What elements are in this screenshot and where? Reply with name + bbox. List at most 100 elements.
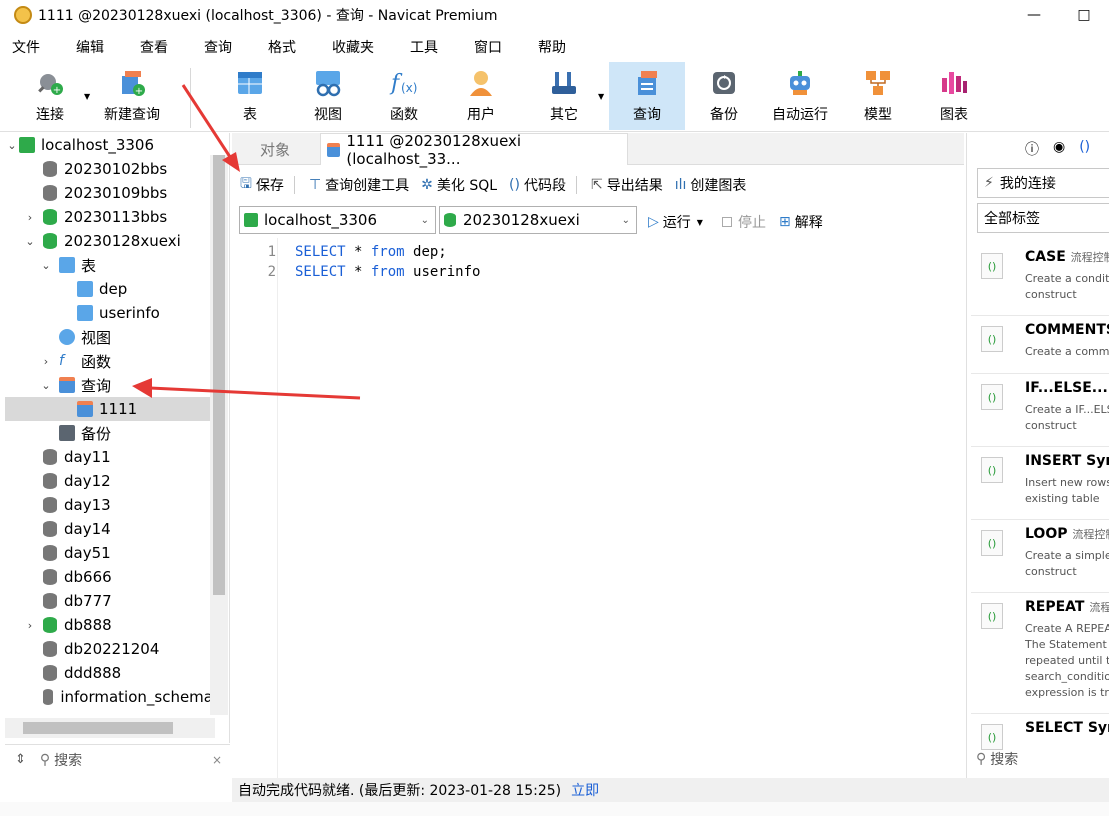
tree-vertical-scrollbar[interactable] [210,155,228,715]
tree-table-item[interactable]: userinfo [5,301,213,325]
auto-run-button[interactable]: 自动运行 [764,62,836,130]
tree-database[interactable]: db20221204 [5,637,213,661]
tag-filter[interactable]: 全部标签 [977,203,1109,233]
snippet-icon: () [981,326,1003,352]
database-select[interactable]: 20230128xuexi ⌄ [439,206,637,234]
chevron-down-icon[interactable]: ⌄ [23,235,37,248]
snippet-item[interactable]: () IF...ELSE... 流 Create a IF...ELSE con… [971,374,1109,447]
tree-search-box[interactable]: ⇕ ⚲ 搜索 × [5,744,230,774]
tree-database[interactable]: › db888 [5,613,213,637]
view-button[interactable]: 视图 [298,62,358,130]
update-now-link[interactable]: 立即 [571,780,599,800]
snippet-item[interactable]: () LOOP 流程控制 Create a simple l construct [971,520,1109,593]
tree-database[interactable]: 20230102bbs [5,157,213,181]
save-button[interactable]: 🖫 保存 [240,173,284,197]
tree-database-label: day13 [64,496,111,514]
menu-format[interactable]: 格式 [256,36,310,60]
function-button[interactable]: f (x) 函数 [374,62,434,130]
chevron-right-icon[interactable]: › [23,211,37,224]
other-button[interactable]: 其它 [534,62,594,130]
tree-horizontal-scrollbar[interactable] [5,718,215,738]
menu-help[interactable]: 帮助 [526,36,580,60]
tree-database[interactable]: day13 [5,493,213,517]
tree-database[interactable]: day12 [5,469,213,493]
snippet-search-box[interactable]: ⚲ 搜索 [966,744,1109,774]
stop-label: 停止 [738,215,766,231]
explain-label: 解释 [794,215,823,231]
chevron-right-icon[interactable]: › [39,355,53,368]
info-icon[interactable]: ⓘ [1025,139,1039,159]
query-button[interactable]: 查询 [609,62,685,130]
tree-database[interactable]: day51 [5,541,213,565]
run-button[interactable]: ▷ 运行 ▼ [648,212,703,232]
close-icon[interactable]: × [212,753,222,767]
chevron-down-icon[interactable]: ⌄ [5,139,19,152]
connection-filter[interactable]: ⚡ 我的连接 [977,168,1109,198]
tree-database[interactable]: 20230109bbs [5,181,213,205]
snippet-item[interactable]: () SELECT Syn [971,714,1109,750]
snippet-item[interactable]: () CASE 流程控制 Create a conditio construct [971,243,1109,316]
connection-select[interactable]: localhost_3306 ⌄ [239,206,436,234]
beautify-sql-button[interactable]: ✲ 美化 SQL [421,175,497,195]
tree-database[interactable]: day14 [5,517,213,541]
tree-view-group[interactable]: 视图 [5,325,213,349]
tree-connection[interactable]: ⌄ localhost_3306 [5,133,213,157]
query-builder-button[interactable]: ⊤ 查询创建工具 [309,175,409,195]
menu-favorites[interactable]: 收藏夹 [320,36,388,60]
tree-query-item[interactable]: 1111 [5,397,213,421]
snippet-item[interactable]: () INSERT Syn Insert new rows existing t… [971,447,1109,520]
menu-file[interactable]: 文件 [0,36,54,60]
snippet-icon: () [981,253,1003,279]
tree-database[interactable]: db666 [5,565,213,589]
menu-tools[interactable]: 工具 [398,36,452,60]
minimize-button[interactable]: — [1009,0,1059,30]
scrollbar-thumb[interactable] [213,155,225,595]
backup-button[interactable]: 备份 [694,62,754,130]
braces-icon[interactable]: () [1079,139,1090,159]
chevron-down-icon[interactable]: ⌄ [39,259,53,272]
tab-query[interactable]: 1111 @20230128xuexi (localhost_33... [320,132,628,168]
create-chart-button[interactable]: ılı 创建图表 [675,175,747,195]
tree-table-item[interactable]: dep [5,277,213,301]
menu-window[interactable]: 窗口 [462,36,516,60]
explain-button[interactable]: ⊞ 解释 [779,212,823,232]
snippet-item[interactable]: () REPEAT 流程 Create A REPEAT The Stateme… [971,593,1109,714]
eye-icon[interactable]: ◉ [1053,139,1065,159]
tree-backup-group[interactable]: 备份 [5,421,213,445]
maximize-button[interactable]: □ [1059,0,1109,30]
code-line[interactable]: SELECT * from dep; [295,242,447,262]
chart-button[interactable]: 图表 [924,62,984,130]
braces-icon: () [509,177,520,193]
tree-database[interactable]: day11 [5,445,213,469]
tree-database[interactable]: information_schema [5,685,213,709]
export-results-button[interactable]: ⇱ 导出结果 [591,175,663,195]
new-query-button[interactable]: + 新建查询 [98,62,166,130]
tree-query-group[interactable]: ⌄ 查询 [5,373,213,397]
tree-database[interactable]: ddd888 [5,661,213,685]
tab-object[interactable]: 对象 [232,133,318,165]
tree-table-group[interactable]: ⌄ 表 [5,253,213,277]
menu-edit[interactable]: 编辑 [64,36,118,60]
other-dropdown-icon[interactable]: ▼ [598,92,604,101]
model-button[interactable]: 模型 [848,62,908,130]
tree-database-open[interactable]: ⌄ 20230128xuexi [5,229,213,253]
connect-button[interactable]: + 连接 [22,62,78,130]
snippet-item[interactable]: () COMMENTS Create a comme [971,316,1109,374]
menu-view[interactable]: 查看 [128,36,182,60]
menu-query[interactable]: 查询 [192,36,246,60]
tree-database[interactable]: db777 [5,589,213,613]
stop-button[interactable]: 停止 [722,212,766,232]
filter-icon[interactable]: ⇕ [15,752,26,767]
table-button[interactable]: 表 [220,62,280,130]
sql-editor[interactable]: 1 2 SELECT * from dep; SELECT * from use… [232,238,964,778]
scrollbar-thumb[interactable] [23,722,173,734]
code-line[interactable]: SELECT * from userinfo [295,262,480,282]
chevron-right-icon[interactable]: › [23,619,37,632]
run-dropdown-icon[interactable]: ▼ [697,218,703,227]
chevron-down-icon[interactable]: ⌄ [39,379,53,392]
tree-database[interactable]: › 20230113bbs [5,205,213,229]
snippet-button[interactable]: () 代码段 [509,175,566,195]
tree-function-group[interactable]: › f 函数 [5,349,213,373]
user-button[interactable]: 用户 [451,62,511,130]
connect-dropdown-icon[interactable]: ▼ [84,92,90,101]
